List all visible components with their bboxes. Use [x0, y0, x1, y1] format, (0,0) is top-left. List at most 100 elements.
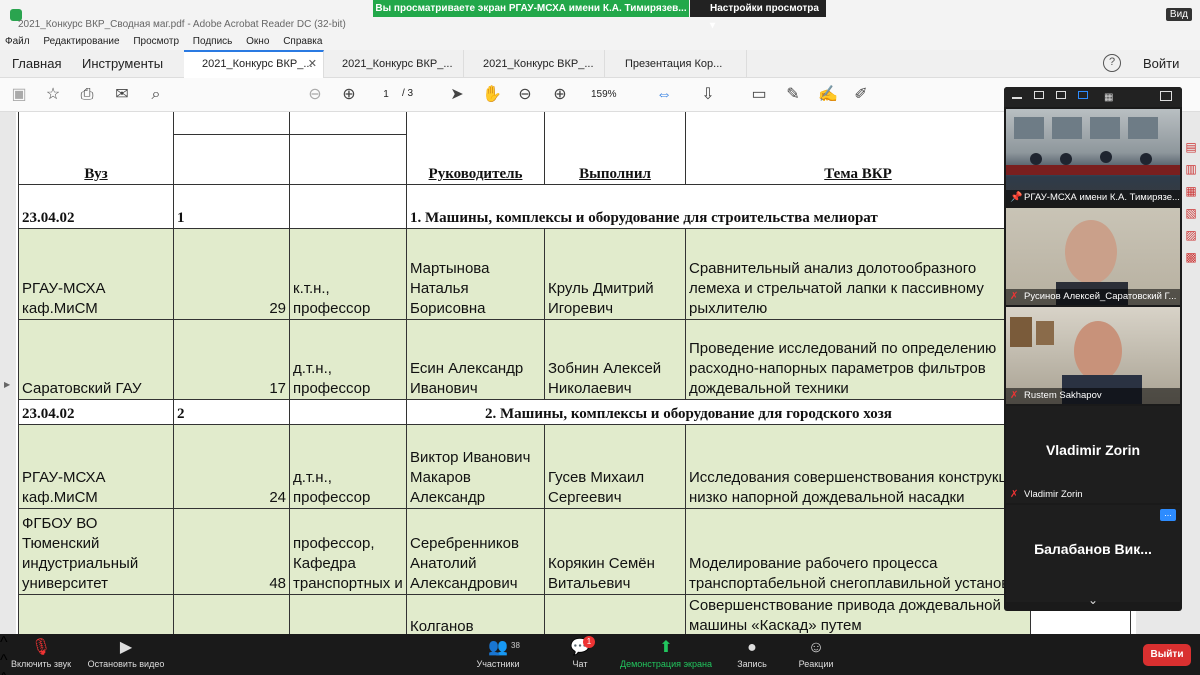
chevron-down-icon[interactable]: ⌄ — [1088, 593, 1098, 607]
menu-help[interactable]: Справка — [278, 34, 328, 47]
participant-avatar-name: Балабанов Вик... — [1034, 541, 1152, 557]
audio-options-chevron-icon[interactable]: ^ — [0, 634, 1200, 652]
video-panel-header: ▦ — [1004, 87, 1182, 107]
leave-meeting-button[interactable]: Выйти — [1143, 644, 1191, 666]
header-leader: Руководитель — [406, 112, 545, 185]
participants-options-chevron-icon[interactable]: ^ — [0, 670, 1200, 675]
edit-pdf-icon[interactable]: ▥ — [1182, 162, 1200, 184]
bookmark-star-icon[interactable]: ☆ — [44, 86, 62, 104]
export-pdf-icon[interactable]: ▤ — [1182, 140, 1200, 162]
comment-icon[interactable]: ▭ — [750, 86, 768, 104]
comment-tool-icon[interactable]: ▦ — [1182, 184, 1200, 206]
more-options-button[interactable]: ... — [1160, 509, 1176, 521]
unmute-label: Включить звук — [10, 659, 72, 669]
reactions-button[interactable]: ☺ Реакции — [792, 637, 840, 669]
cell-degree: к.т.н., профессор — [289, 228, 407, 320]
cell-score — [173, 594, 290, 634]
doc-tab-3[interactable]: 2021_Конкурс ВКР_... — [465, 50, 605, 78]
close-icon[interactable]: ✕ — [308, 52, 317, 76]
cell-performer — [544, 594, 686, 634]
unmute-button[interactable]: 🎙 Включить звук — [6, 637, 76, 669]
share-screen-button[interactable]: ⬆ Демонстрация экрана — [612, 637, 720, 669]
cell-vuz — [18, 594, 174, 634]
fill-sign-tool-icon[interactable]: ▨ — [1182, 228, 1200, 250]
video-options-chevron-icon[interactable]: ^ — [0, 652, 1200, 670]
strip-view-icon[interactable] — [1078, 91, 1088, 99]
pop-out-icon[interactable] — [1160, 91, 1172, 101]
muted-mic-icon: 🎙 — [30, 639, 52, 656]
section-num: 1 — [173, 184, 290, 229]
video-tile[interactable]: Vladimir Zorin ✗ Vladimir Zorin — [1006, 406, 1180, 503]
participants-count: 38 — [511, 641, 520, 650]
participants-label: Участники — [476, 659, 520, 669]
table-row: ФГБОУ ВО Тюменский индустриальный универ… — [18, 508, 1131, 595]
zoom-level-select[interactable]: 159% — [583, 87, 639, 103]
scroll-mode-icon[interactable]: ⇩ — [699, 86, 717, 104]
record-label: Запись — [737, 659, 767, 669]
stop-video-label: Остановить видео — [87, 659, 165, 669]
cell-vuz: РГАУ-МСХА каф.МиСМ — [18, 424, 174, 509]
cell-score: 24 — [173, 424, 290, 509]
menu-view[interactable]: Просмотр — [128, 34, 185, 47]
stop-video-button[interactable]: ▶ Остановить видео — [84, 637, 168, 669]
vkr-table: Вуз Руководитель Выполнил Тема ВКР 23.04… — [18, 112, 1131, 634]
header-vuz: Вуз — [18, 112, 174, 185]
record-button[interactable]: ● Запись — [732, 637, 772, 669]
side-view-icon[interactable] — [1056, 91, 1066, 99]
fit-page-icon[interactable]: ⇔ — [655, 86, 673, 104]
highlight-pen-icon[interactable]: ✎ — [784, 86, 802, 104]
help-icon[interactable]: ? — [1103, 54, 1121, 72]
share-screen-label: Демонстрация экрана — [620, 659, 712, 669]
cell-score: 17 — [173, 319, 290, 400]
print-icon[interactable]: ⎙ — [78, 86, 96, 104]
search-icon[interactable]: ⌕ — [147, 86, 165, 104]
doc-tab-1[interactable]: 2021_Конкурс ВКР_... ✕ — [184, 50, 324, 78]
video-tile[interactable]: ✗ Rustem Sakhapov — [1006, 307, 1180, 404]
draw-icon[interactable]: ✍ — [818, 86, 838, 104]
zoom-out-icon[interactable]: ⊖ — [516, 86, 534, 104]
cell-performer: Зобнин Алексей Николаевич — [544, 319, 686, 400]
share-screen-icon: ⬆ — [659, 639, 673, 656]
cell-leader: Есин Александр Иванович — [406, 319, 545, 400]
view-menu-button[interactable]: Вид — [1165, 8, 1192, 21]
muted-mic-icon: ✗ — [1010, 390, 1019, 401]
doc-tab-label: 2021_Конкурс ВКР_... — [202, 58, 313, 70]
video-tile[interactable]: ... Балабанов Вик... — [1006, 505, 1180, 602]
cell-vuz: РГАУ-МСХА каф.МиСМ — [18, 228, 174, 320]
menu-edit[interactable]: Редактирование — [38, 34, 125, 47]
section-code: 23.04.02 — [18, 184, 174, 229]
fill-sign-icon[interactable]: ✐ — [852, 86, 870, 104]
chat-unread-badge: 1 — [583, 636, 595, 648]
menu-window[interactable]: Окно — [241, 34, 275, 47]
left-pane-gutter: ▶ — [0, 112, 16, 634]
video-tile[interactable]: 📌 РГАУ-МСХА имени К.А. Тимирязе... — [1006, 109, 1180, 206]
doc-tab-4[interactable]: Презентация Кор... — [607, 50, 747, 78]
email-icon[interactable]: ✉ — [113, 86, 131, 104]
minimize-icon[interactable] — [1012, 91, 1022, 99]
select-cursor-icon[interactable]: ➤ — [448, 86, 466, 104]
menu-sign[interactable]: Подпись — [188, 34, 239, 47]
tabs-bar: Главная Инструменты 2021_Конкурс ВКР_...… — [0, 50, 1200, 78]
view-settings-button[interactable]: Настройки просмотра ▾ — [690, 0, 826, 31]
login-button[interactable]: Войти — [1143, 56, 1179, 71]
organize-pages-icon[interactable]: ▧ — [1182, 206, 1200, 228]
tab-tools[interactable]: Инструменты — [82, 56, 163, 71]
cell-score: 29 — [173, 228, 290, 320]
save-icon[interactable]: ▣ — [10, 86, 28, 104]
cell-vuz: Саратовский ГАУ — [18, 319, 174, 400]
video-tile[interactable]: ✗ Русинов Алексей_Саратовский Г... — [1006, 208, 1180, 305]
zoom-in-icon[interactable]: ⊕ — [551, 86, 569, 104]
protect-icon[interactable]: ▩ — [1182, 250, 1200, 272]
section-row: 23.04.02 1 1. Машины, комплексы и оборуд… — [18, 184, 1131, 229]
hand-tool-icon[interactable]: ✋ — [482, 86, 502, 104]
section-code: 23.04.02 — [18, 399, 174, 425]
page-number-input[interactable]: 1 — [372, 87, 400, 103]
single-view-icon[interactable] — [1034, 91, 1044, 99]
menu-file[interactable]: Файл — [0, 34, 36, 47]
tab-home[interactable]: Главная — [12, 56, 61, 71]
prev-page-icon[interactable]: ⊖ — [306, 86, 324, 104]
doc-tab-2[interactable]: 2021_Конкурс ВКР_... — [324, 50, 464, 78]
expand-left-pane-icon[interactable]: ▶ — [4, 380, 10, 389]
gallery-view-icon[interactable]: ▦ — [1104, 92, 1113, 103]
next-page-icon[interactable]: ⊕ — [340, 86, 358, 104]
